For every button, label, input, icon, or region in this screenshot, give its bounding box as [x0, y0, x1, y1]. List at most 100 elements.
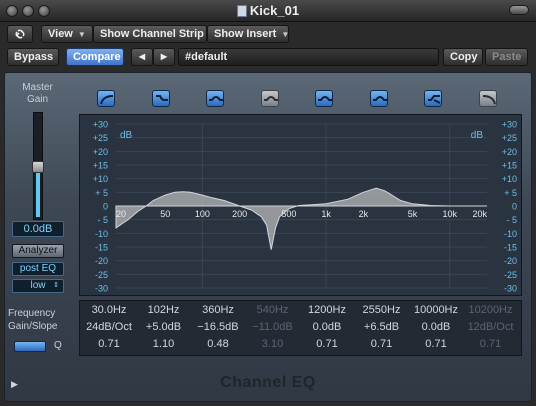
band-1-toggle[interactable] [97, 90, 115, 107]
compare-button[interactable]: Compare [66, 48, 124, 66]
y-tick-label-left: -20 [95, 256, 108, 266]
show-insert-label: Show Insert [214, 28, 277, 40]
parametric-bell-icon [372, 96, 387, 101]
band-6-frequency-value[interactable]: 2550Hz [355, 304, 409, 316]
band-3-gain-value[interactable]: −16.5dB [191, 321, 245, 333]
band-3-frequency-value[interactable]: 360Hz [191, 304, 245, 316]
band-8-q-value[interactable]: 0.71 [464, 338, 518, 350]
y-tick-label-right: - 5 [506, 215, 517, 225]
y-tick-label-right: +10 [502, 174, 517, 184]
parametric-bell-icon [209, 96, 223, 101]
y-tick-label-right: + 5 [504, 188, 517, 198]
chevron-down-icon: ▼ [281, 30, 290, 39]
band-6-q-value[interactable]: 0.71 [355, 338, 409, 350]
parametric-bell-icon [318, 96, 332, 101]
band-7-frequency-value[interactable]: 10000Hz [409, 304, 463, 316]
analyzer-mode-select[interactable]: post EQ [12, 262, 64, 276]
master-gain-label-line1: Master [22, 82, 53, 93]
y-tick-label-right: 0 [512, 202, 517, 212]
x-tick-label: 500 [281, 209, 296, 219]
q-row-label: Q [54, 340, 62, 351]
y-tick-label-left: -30 [95, 284, 108, 294]
band-1-gain-value[interactable]: 24dB/Oct [82, 321, 136, 333]
eq-graph-svg: +30 +30 +25 +25 +20 +20 +15 +15 +10 +10 + 5 + 5 0 0 - … [93, 120, 517, 294]
window-title-wrap: Kick_01 [0, 3, 536, 18]
analyzer-button[interactable]: Analyzer [12, 244, 64, 258]
band-6-toggle[interactable] [369, 90, 388, 107]
y-tick-label-right: +30 [502, 120, 517, 130]
y-tick-label-left: -25 [95, 270, 108, 280]
view-menu[interactable]: View ▼ [41, 25, 93, 43]
band-8-toggle[interactable] [478, 90, 497, 107]
band-7-gain-value[interactable]: 0.0dB [409, 321, 463, 333]
document-icon [236, 5, 247, 17]
low-shelf-icon [155, 95, 168, 101]
y-tick-label-left: -15 [95, 243, 108, 253]
plugin-name: Channel EQ [220, 374, 316, 391]
band-4-frequency-value[interactable]: 540Hz [246, 304, 300, 316]
paste-button[interactable]: Paste [485, 48, 528, 66]
band-7-toggle[interactable] [424, 90, 442, 107]
high-cut-icon [482, 95, 496, 105]
band-4-toggle[interactable] [260, 90, 279, 107]
x-tick-label: 2k [359, 209, 369, 219]
x-tick-label: 20k [472, 209, 487, 219]
fader-handle[interactable] [32, 161, 44, 173]
y-tick-label-right: -15 [504, 243, 517, 253]
bypass-button[interactable]: Bypass [7, 48, 59, 66]
band-8-gain-value[interactable]: 12dB/Oct [464, 321, 518, 333]
y-tick-label-right: -25 [504, 270, 517, 280]
master-gain-value[interactable]: 0.0dB [12, 221, 64, 237]
band-5-toggle[interactable] [315, 90, 333, 107]
band-2-gain-value[interactable]: +5.0dB [137, 321, 191, 333]
x-tick-label: 50 [160, 209, 170, 219]
y-tick-label-right: +15 [502, 161, 517, 171]
y-tick-label-left: +25 [93, 133, 108, 143]
y-tick-label-left: +10 [93, 174, 108, 184]
band-2-frequency-value[interactable]: 102Hz [137, 304, 191, 316]
eq-graph[interactable]: +30 +30 +25 +25 +20 +20 +15 +15 +10 +10 + 5 + 5 0 0 - … [79, 114, 522, 296]
analyzer-resolution-select[interactable]: low ⇕ [12, 279, 64, 293]
link-button[interactable] [7, 25, 33, 43]
next-preset-button[interactable]: ▶ [153, 48, 175, 66]
show-channel-strip-label: Show Channel Strip [100, 28, 204, 40]
master-gain-label-line2: Gain [26, 94, 49, 105]
unit-label-left: dB [120, 130, 133, 141]
band-2-toggle[interactable] [151, 90, 170, 107]
y-tick-label-right: -30 [504, 284, 517, 294]
master-gain-fader[interactable] [32, 112, 44, 220]
unit-label-right: dB [471, 130, 484, 141]
low-cut-icon [100, 95, 114, 105]
band-3-q-value[interactable]: 0.48 [191, 338, 245, 350]
link-q-button[interactable] [14, 341, 46, 352]
high-shelf-icon [428, 95, 441, 104]
x-tick-label: 200 [232, 209, 247, 219]
title-bar: Kick_01 [0, 0, 536, 22]
band-6-gain-value[interactable]: +6.5dB [355, 321, 409, 333]
band-5-q-value[interactable]: 0.71 [300, 338, 354, 350]
band-1-frequency-value[interactable]: 30.0Hz [82, 304, 136, 316]
band-2-q-value[interactable]: 1.10 [137, 338, 191, 350]
band-5-gain-value[interactable]: 0.0dB [300, 321, 354, 333]
y-tick-label-left: - 5 [97, 215, 108, 225]
band-4-q-value[interactable]: 3.10 [246, 338, 300, 350]
toolbar-toggle-button[interactable] [509, 5, 529, 15]
y-tick-label-left: +30 [93, 120, 108, 130]
band-8-frequency-value[interactable]: 10200Hz [464, 304, 518, 316]
analyzer-resolution-value: low [30, 280, 46, 291]
band-1-q-value[interactable]: 0.71 [82, 338, 136, 350]
copy-button[interactable]: Copy [443, 48, 483, 66]
y-tick-label-left: -10 [95, 229, 108, 239]
y-tick-label-left: +15 [93, 161, 108, 171]
band-3-toggle[interactable] [206, 90, 224, 107]
band-7-q-value[interactable]: 0.71 [409, 338, 463, 350]
preset-menu[interactable]: #default [178, 48, 439, 66]
link-icon [15, 29, 25, 39]
band-4-gain-value[interactable]: −11.0dB [246, 321, 300, 333]
eq-curve [115, 187, 487, 250]
band-5-frequency-value[interactable]: 1200Hz [300, 304, 354, 316]
show-insert-menu[interactable]: Show Insert ▼ [207, 25, 289, 43]
y-tick-label-right: -10 [504, 229, 517, 239]
previous-preset-button[interactable]: ◀ [131, 48, 153, 66]
show-channel-strip-menu[interactable]: Show Channel Strip▼ [93, 25, 217, 43]
